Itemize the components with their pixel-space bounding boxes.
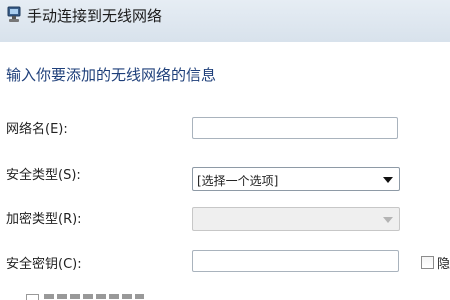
auto-start-label bbox=[44, 294, 144, 299]
security-key-input[interactable] bbox=[192, 250, 399, 272]
security-type-label: 安全类型(S): bbox=[6, 168, 81, 183]
title-bar: 手动连接到无线网络 bbox=[0, 0, 450, 42]
chevron-down-icon bbox=[383, 177, 393, 183]
encryption-type-label: 加密类型(R): bbox=[6, 212, 82, 227]
window-title: 手动连接到无线网络 bbox=[27, 7, 163, 25]
auto-start-option[interactable] bbox=[26, 294, 166, 300]
network-name-input[interactable] bbox=[192, 117, 398, 139]
security-key-label: 安全密钥(C): bbox=[6, 257, 82, 272]
security-type-value: [选择一个选项] bbox=[197, 174, 279, 188]
hide-characters-checkbox[interactable] bbox=[421, 256, 434, 269]
security-type-select[interactable]: [选择一个选项] bbox=[192, 167, 400, 191]
network-icon bbox=[6, 6, 22, 24]
hide-characters-label: 隐 bbox=[437, 257, 450, 272]
chevron-down-icon bbox=[383, 217, 393, 223]
page-heading: 输入你要添加的无线网络的信息 bbox=[6, 66, 217, 84]
encryption-type-select bbox=[192, 207, 400, 231]
network-name-label: 网络名(E): bbox=[6, 122, 68, 137]
auto-start-checkbox[interactable] bbox=[26, 294, 39, 300]
